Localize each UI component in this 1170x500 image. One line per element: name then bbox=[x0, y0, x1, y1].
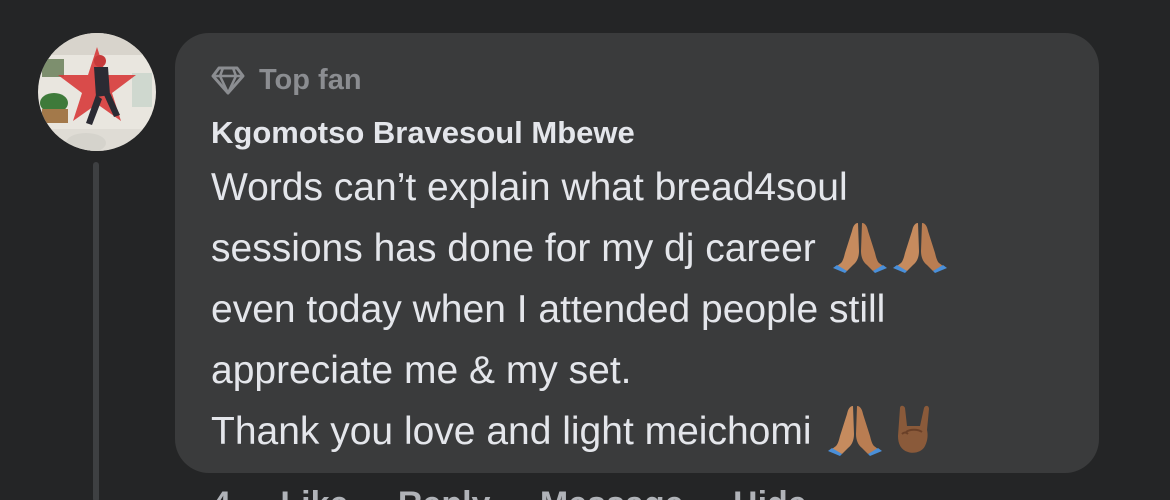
comment-author[interactable]: Kgomotso Bravesoul Mbewe bbox=[211, 113, 1099, 153]
avatar[interactable] bbox=[38, 33, 156, 151]
comment-time: 4 bbox=[212, 485, 231, 500]
like-button[interactable]: Like bbox=[280, 485, 348, 500]
folded-hands-emoji bbox=[828, 402, 883, 456]
comment-line-with-emoji: sessions has done for my dj career bbox=[211, 218, 1099, 279]
comment-line: Words can’t explain what bread4soul bbox=[211, 166, 848, 209]
comment-line: appreciate me & my set. bbox=[211, 349, 632, 392]
comment-actions: 4 Like Reply Message Hide bbox=[212, 484, 847, 500]
comment-body: Words can’t explain what bread4soul sess… bbox=[211, 157, 1099, 462]
folded-hands-emoji bbox=[892, 219, 947, 273]
badge-label: Top fan bbox=[259, 63, 362, 96]
comment-thread: Top fan Kgomotso Bravesoul Mbewe Words c… bbox=[0, 0, 1170, 500]
folded-hands-emoji bbox=[832, 219, 887, 273]
comment-line: sessions has done for my dj career bbox=[211, 227, 816, 270]
message-button[interactable]: Message bbox=[540, 485, 684, 500]
sign-of-horns-emoji bbox=[888, 402, 942, 456]
comment-line-with-emoji: Thank you love and light meichomi bbox=[211, 401, 1099, 462]
top-fan-badge: Top fan bbox=[211, 61, 1099, 99]
comment-bubble: Top fan Kgomotso Bravesoul Mbewe Words c… bbox=[175, 33, 1099, 473]
reply-button[interactable]: Reply bbox=[398, 485, 491, 500]
comment-line: Thank you love and light meichomi bbox=[211, 410, 812, 453]
comment-line: even today when I attended people still bbox=[211, 288, 886, 331]
thread-connector-line bbox=[93, 162, 99, 500]
hide-button[interactable]: Hide bbox=[733, 485, 807, 500]
diamond-icon bbox=[211, 65, 245, 95]
